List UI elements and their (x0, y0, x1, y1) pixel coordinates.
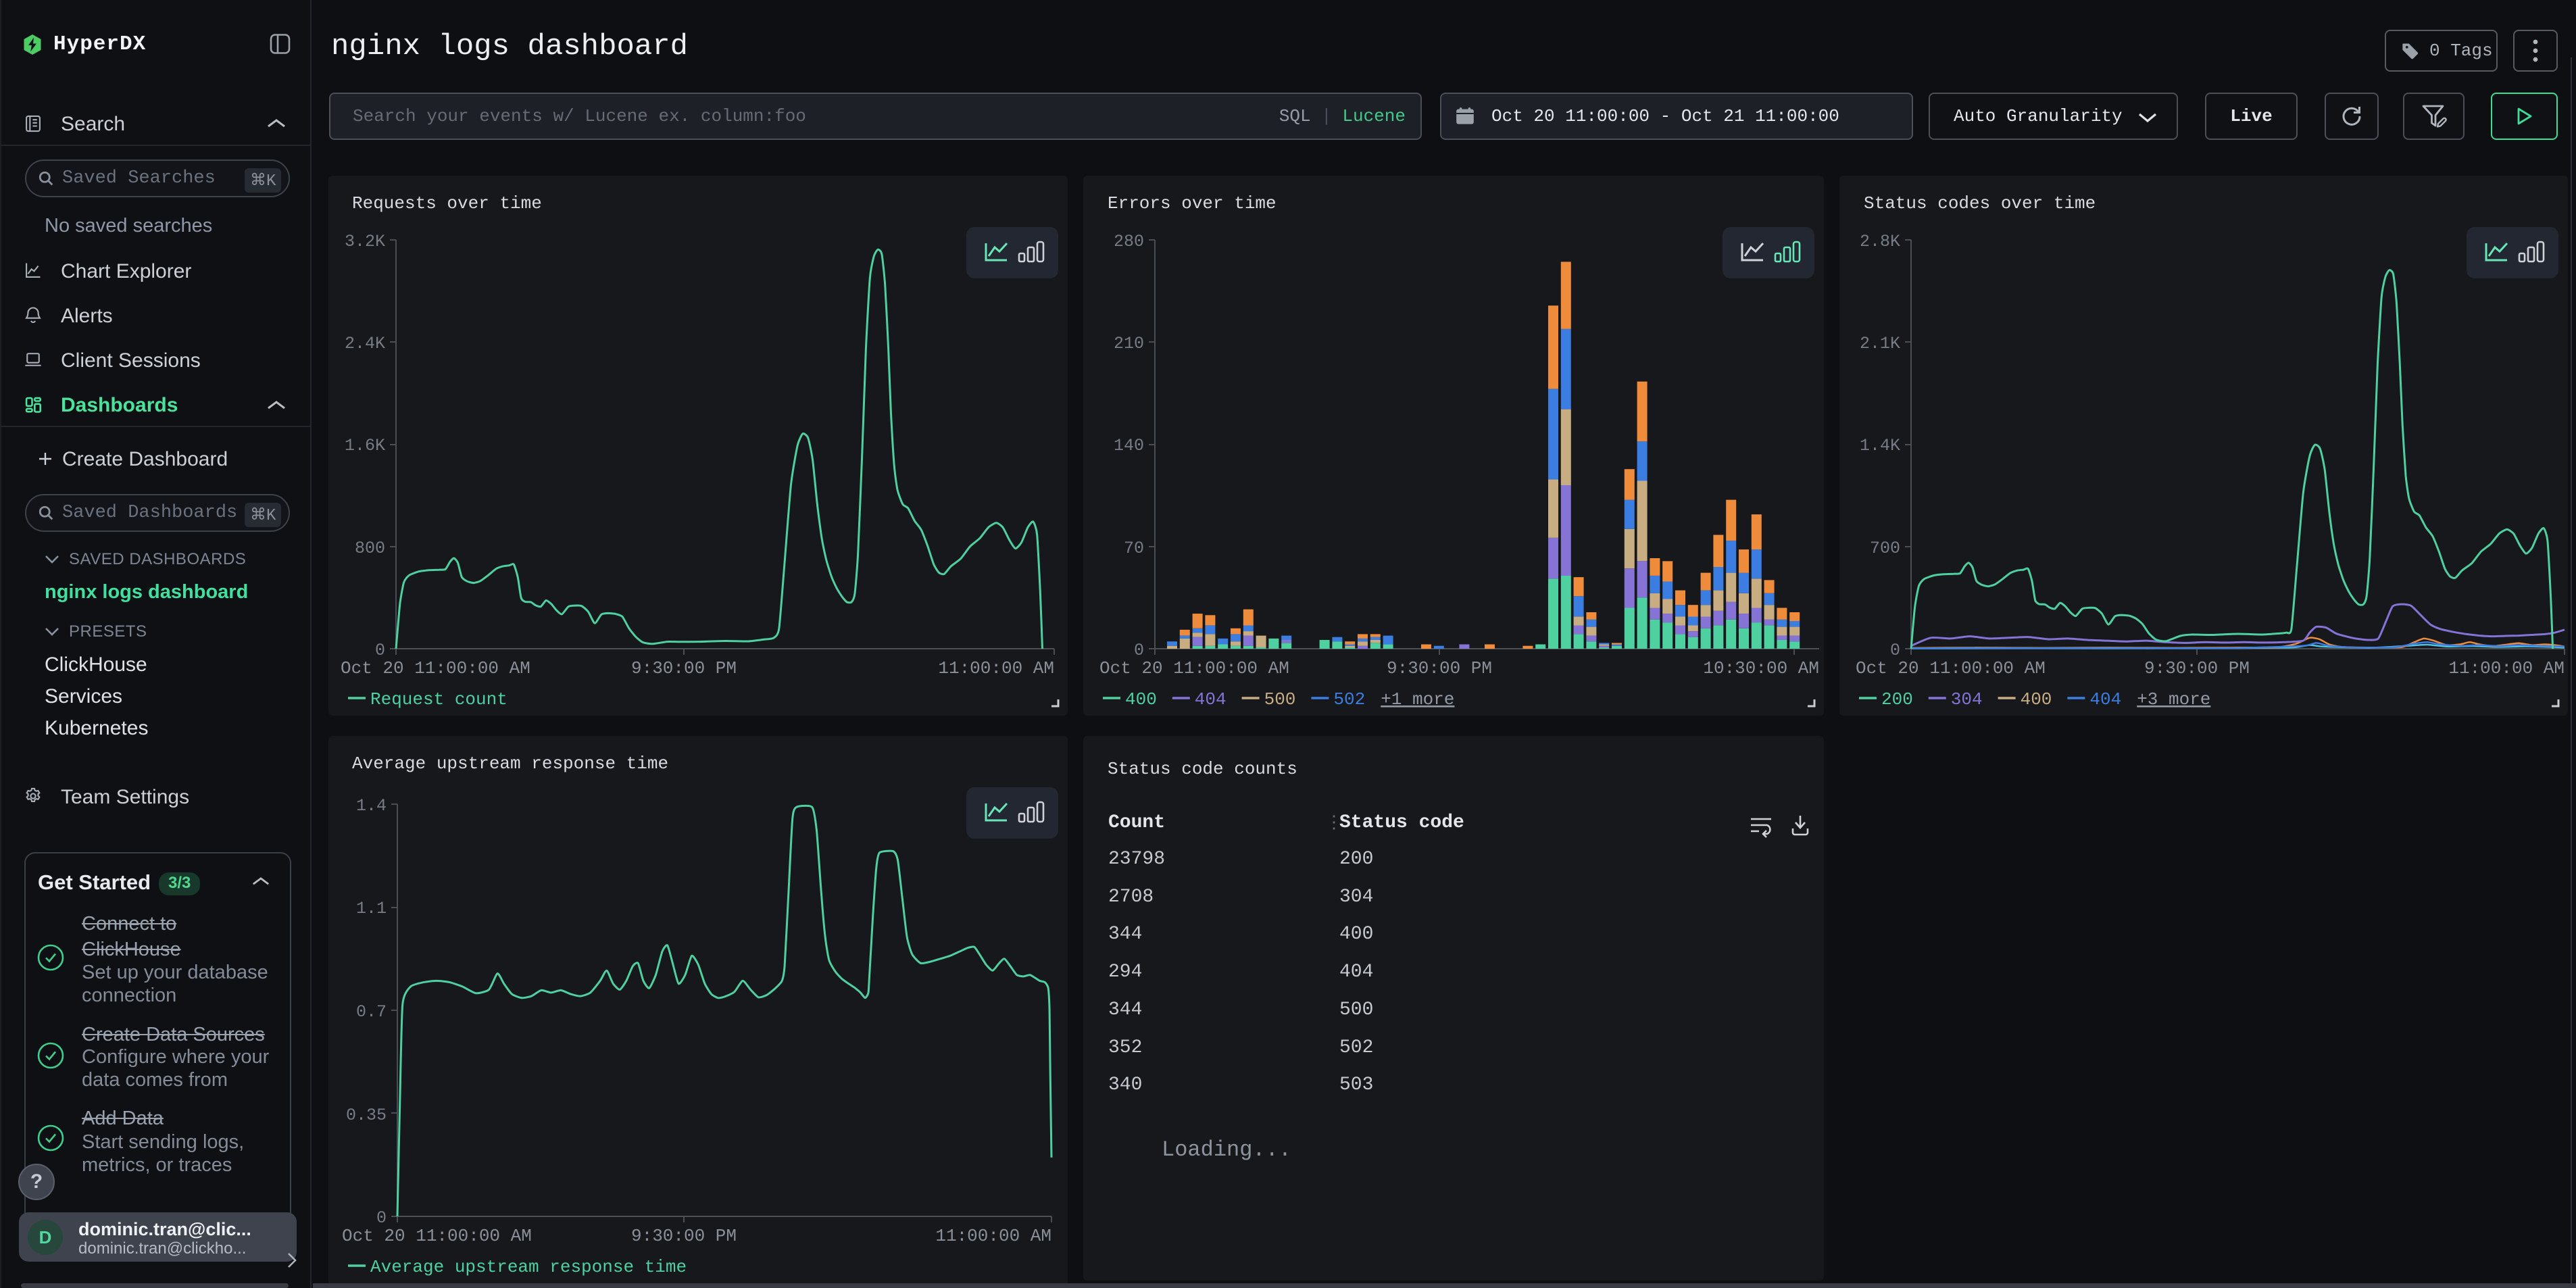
svg-text:2.4K: 2.4K (345, 334, 385, 353)
svg-text:+1 more: +1 more (1381, 689, 1454, 710)
svg-text:9:30:00 PM: 9:30:00 PM (631, 1226, 737, 1246)
svg-text:304: 304 (1951, 689, 1983, 710)
svg-text:0: 0 (375, 641, 385, 660)
svg-text:500: 500 (1264, 689, 1296, 710)
svg-text:11:00:00 AM: 11:00:00 AM (938, 658, 1054, 678)
svg-text:Oct 20 11:00:00 AM: Oct 20 11:00:00 AM (341, 658, 530, 678)
svg-text:3.2K: 3.2K (345, 232, 385, 251)
svg-text:+3 more: +3 more (2137, 689, 2210, 710)
svg-text:800: 800 (355, 539, 385, 558)
svg-text:1.4K: 1.4K (1860, 436, 1900, 455)
svg-text:Average upstream response time: Average upstream response time (370, 1257, 687, 1277)
svg-text:9:30:00 PM: 9:30:00 PM (2144, 658, 2250, 678)
svg-text:0.7: 0.7 (356, 1002, 387, 1022)
svg-text:2.1K: 2.1K (1860, 334, 1900, 353)
svg-text:400: 400 (2021, 689, 2052, 710)
svg-text:0: 0 (1890, 641, 1900, 660)
svg-text:Oct 20 11:00:00 AM: Oct 20 11:00:00 AM (1856, 658, 2046, 678)
svg-text:2.8K: 2.8K (1860, 232, 1900, 251)
svg-text:Requests over time: Requests over time (352, 193, 542, 214)
svg-text:Oct 20 11:00:00 AM: Oct 20 11:00:00 AM (342, 1226, 532, 1246)
svg-text:700: 700 (1870, 539, 1900, 558)
svg-text:Status codes over time: Status codes over time (1864, 193, 2096, 214)
svg-text:400: 400 (1125, 689, 1157, 710)
svg-text:10:30:00 AM: 10:30:00 AM (1703, 658, 1819, 678)
svg-text:9:30:00 PM: 9:30:00 PM (1387, 658, 1492, 678)
svg-text:11:00:00 AM: 11:00:00 AM (935, 1226, 1051, 1246)
svg-text:Errors over time: Errors over time (1108, 193, 1277, 214)
svg-text:404: 404 (2089, 689, 2121, 710)
svg-text:502: 502 (1333, 689, 1365, 710)
svg-text:9:30:00 PM: 9:30:00 PM (631, 658, 737, 678)
svg-text:0: 0 (1134, 641, 1144, 660)
svg-text:Request count: Request count (370, 689, 507, 710)
svg-text:0.35: 0.35 (346, 1106, 387, 1125)
svg-text:70: 70 (1124, 539, 1144, 558)
svg-text:11:00:00 AM: 11:00:00 AM (2448, 658, 2565, 678)
svg-text:Average upstream response time: Average upstream response time (352, 753, 668, 774)
svg-text:404: 404 (1195, 689, 1227, 710)
svg-text:280: 280 (1114, 232, 1144, 251)
svg-text:1.6K: 1.6K (345, 436, 385, 455)
svg-text:140: 140 (1114, 436, 1144, 455)
svg-text:Oct 20 11:00:00 AM: Oct 20 11:00:00 AM (1099, 658, 1289, 678)
svg-text:210: 210 (1114, 334, 1144, 353)
svg-text:1.1: 1.1 (356, 899, 387, 918)
svg-text:0: 0 (376, 1208, 387, 1228)
svg-text:200: 200 (1881, 689, 1913, 710)
svg-text:1.4: 1.4 (356, 796, 387, 816)
